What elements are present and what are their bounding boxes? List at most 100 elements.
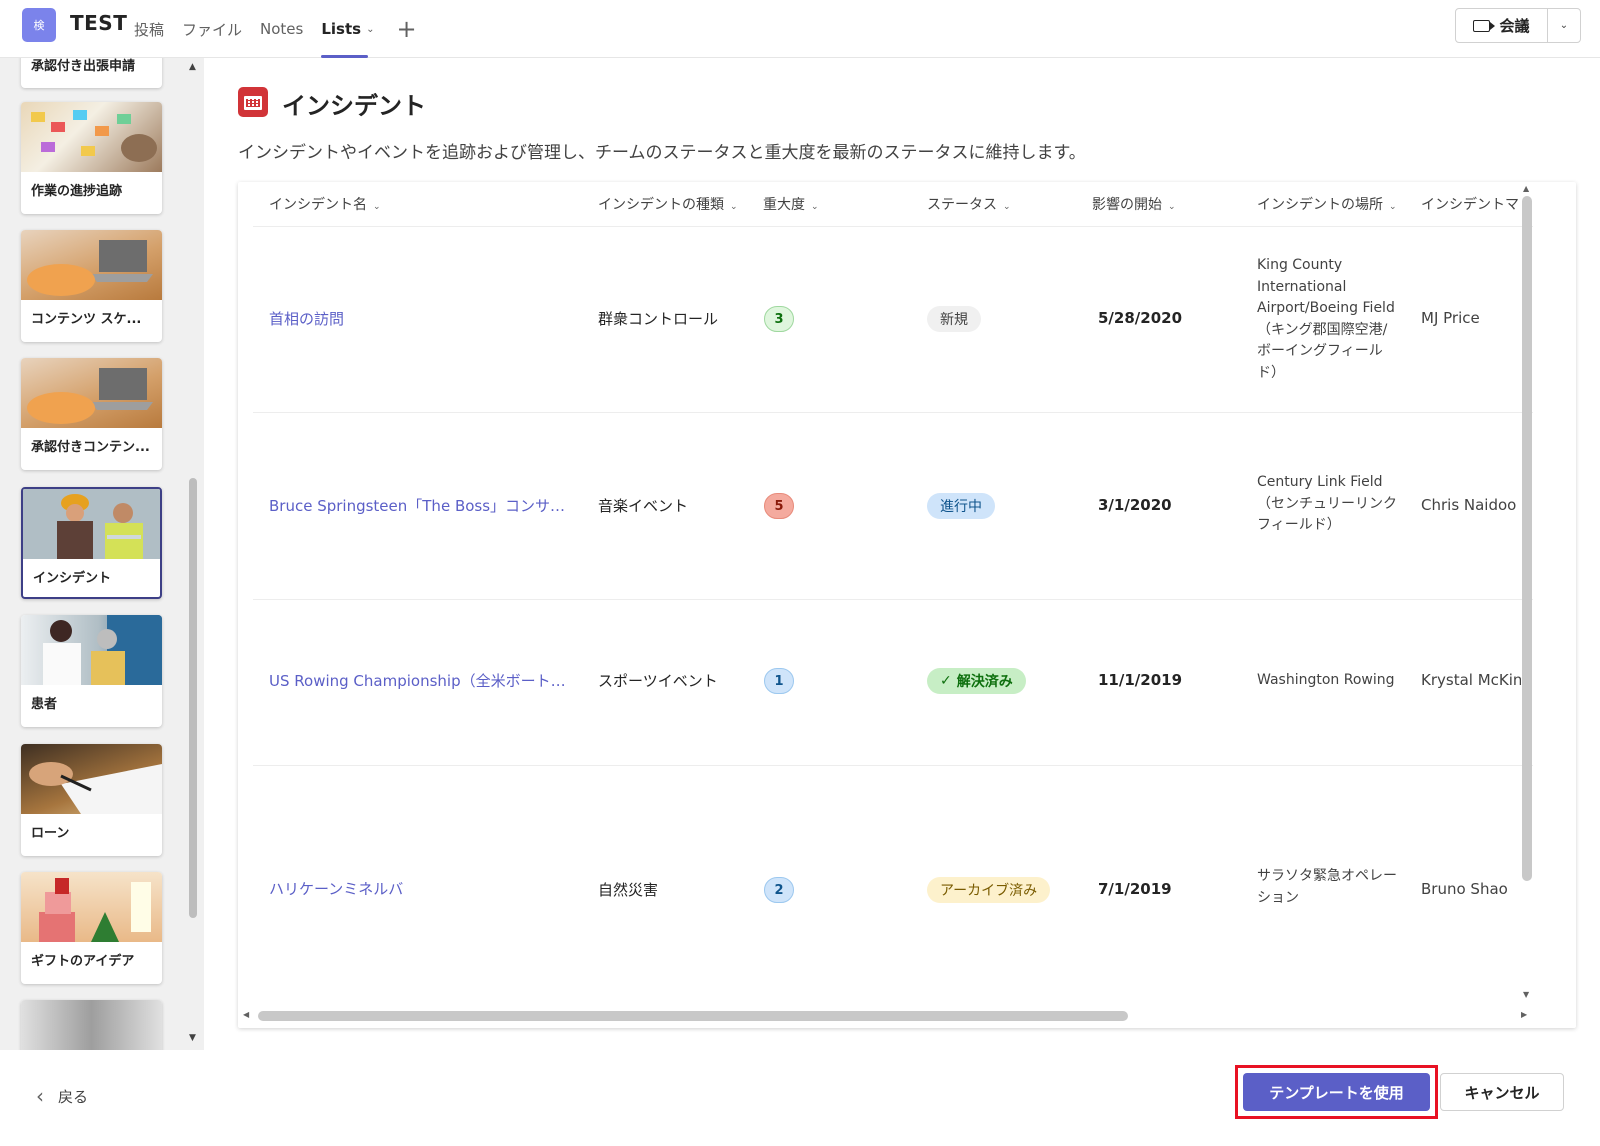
chevron-down-icon: ⌄: [730, 202, 738, 212]
sticky-notes-image: [31, 110, 157, 162]
signing-document-image: [29, 762, 162, 814]
column-header-label: 重大度: [763, 197, 805, 213]
team-avatar[interactable]: 検: [22, 8, 56, 42]
template-card-content-schedule[interactable]: コンテンツ スケ...: [21, 230, 162, 342]
template-thumbnail: [21, 615, 162, 685]
scroll-down-icon[interactable]: ▼: [1523, 990, 1529, 999]
back-label: 戻る: [58, 1087, 89, 1106]
doctor-patient-image: [43, 615, 162, 685]
tab-files[interactable]: ファイル: [182, 0, 242, 58]
back-button[interactable]: ‹ 戻る: [36, 1084, 88, 1108]
meet-button[interactable]: 会議: [1456, 9, 1548, 42]
incident-name-link[interactable]: US Rowing Championship（全米ボート選...: [269, 670, 569, 691]
column-header-location[interactable]: インシデントの場所 ⌄: [1257, 194, 1397, 214]
status-label: 解決済み: [956, 674, 1013, 690]
template-card-label: インシデント: [33, 571, 112, 586]
preview-horizontal-scrollbar[interactable]: ◀ ▶: [238, 1008, 1535, 1024]
column-header-label: インシデントの場所: [1257, 197, 1383, 213]
column-header-start[interactable]: 影響の開始 ⌄: [1092, 194, 1176, 214]
template-preview-panel: インシデント インシデントやイベントを追跡および管理し、チームのステータスと重大…: [204, 58, 1600, 1050]
impact-start-date: 7/1/2019: [1098, 880, 1172, 898]
scroll-up-icon[interactable]: ▲: [189, 62, 196, 72]
status-badge: ✓ 解決済み: [927, 668, 1026, 694]
incident-location: King County International Airport/Boeing…: [1257, 257, 1395, 381]
impact-start-date: 3/1/2020: [1098, 496, 1172, 514]
cancel-button[interactable]: キャンセル: [1440, 1073, 1564, 1111]
template-thumbnail: [23, 489, 160, 559]
team-name[interactable]: TEST: [70, 11, 127, 35]
tab-label: Lists: [321, 20, 362, 38]
sidebar-scroll-thumb[interactable]: [189, 478, 197, 918]
template-card-label: コンテンツ スケ...: [31, 312, 142, 327]
sidebar-scrollbar[interactable]: ▲ ▼: [186, 58, 200, 1050]
calendar-list-icon: [238, 87, 268, 117]
template-card-label: 承認付き出張申請: [31, 59, 136, 74]
scroll-right-icon[interactable]: ▶: [1521, 1010, 1527, 1019]
column-header-type[interactable]: インシデントの種類 ⌄: [598, 194, 738, 214]
laptop-image: [27, 368, 153, 424]
checkmark-icon: ✓: [940, 673, 952, 689]
scroll-down-icon[interactable]: ▼: [189, 1033, 196, 1043]
severity-badge: 1: [764, 668, 794, 694]
tab-label: 投稿: [134, 20, 165, 39]
template-card-label: ギフトのアイデア: [31, 954, 135, 969]
template-card-incident[interactable]: インシデント: [21, 487, 162, 599]
template-thumbnail: [21, 102, 162, 172]
incident-name-link[interactable]: ハリケーンミネルバ: [269, 878, 569, 899]
template-card-label: 患者: [31, 697, 58, 712]
incident-name-link[interactable]: 首相の訪問: [269, 308, 569, 329]
preview-vertical-scrollbar[interactable]: ▲ ▼: [1519, 182, 1535, 1008]
firefighters-image: [23, 489, 160, 559]
list-title: インシデント: [282, 92, 426, 120]
incident-manager: Bruno Shao: [1421, 880, 1508, 898]
chevron-down-icon: ⌄: [1003, 202, 1011, 212]
chevron-down-icon: ⌄: [1389, 202, 1397, 212]
top-bar: 検 TEST 投稿 ファイル Notes Lists ⌄ + 会議 ⌄: [0, 0, 1600, 58]
meet-dropdown-chevron-icon[interactable]: ⌄: [1548, 9, 1580, 42]
template-card-content-approval[interactable]: 承認付きコンテン...: [21, 358, 162, 470]
severity-badge: 3: [764, 306, 794, 332]
template-card-gift-ideas[interactable]: ギフトのアイデア: [21, 872, 162, 984]
chevron-down-icon: ⌄: [366, 23, 375, 35]
list-description: インシデントやイベントを追跡および管理し、チームのステータスと重大度を最新のステ…: [238, 143, 1086, 163]
row-divider: [253, 765, 1533, 766]
chevron-down-icon: ⌄: [811, 202, 819, 212]
incident-type: 自然災害: [598, 881, 659, 899]
tab-notes[interactable]: Notes: [260, 0, 303, 58]
tab-posts[interactable]: 投稿: [134, 0, 164, 58]
template-thumbnail: [21, 1000, 162, 1050]
incident-manager: Krystal McKinr: [1421, 671, 1521, 689]
template-card-patients[interactable]: 患者: [21, 615, 162, 727]
incident-location: サラソタ緊急オペレーション: [1257, 868, 1397, 906]
template-card-next[interactable]: [21, 1000, 162, 1050]
meet-label: 会議: [1499, 17, 1530, 35]
template-card-label: 承認付きコンテン...: [31, 440, 150, 455]
incident-name-link[interactable]: Bruce Springsteen「The Boss」コンサート: [269, 495, 569, 516]
incident-type: スポーツイベント: [598, 672, 718, 690]
scroll-left-icon[interactable]: ◀: [243, 1010, 249, 1019]
horizontal-scroll-thumb[interactable]: [258, 1011, 1128, 1021]
column-header-name[interactable]: インシデント名 ⌄: [269, 194, 381, 214]
chevron-left-icon: ‹: [36, 1084, 44, 1108]
template-card-label: 作業の進捗追跡: [31, 184, 123, 199]
column-header-severity[interactable]: 重大度 ⌄: [763, 194, 819, 214]
scroll-up-icon[interactable]: ▲: [1523, 184, 1529, 193]
vertical-scroll-thumb[interactable]: [1522, 196, 1532, 881]
row-divider: [253, 599, 1533, 600]
plus-icon[interactable]: +: [396, 17, 416, 41]
column-header-status[interactable]: ステータス ⌄: [927, 194, 1011, 214]
severity-badge: 2: [764, 877, 794, 903]
column-header-label: ステータス: [927, 197, 997, 213]
incident-location: Century Link Field（センチュリーリンクフィールド）: [1257, 474, 1397, 533]
impact-start-date: 5/28/2020: [1098, 309, 1183, 327]
use-template-button[interactable]: テンプレートを使用: [1243, 1073, 1430, 1111]
tab-label: Notes: [260, 20, 304, 38]
row-divider: [253, 226, 1533, 227]
tab-lists[interactable]: Lists ⌄: [321, 0, 374, 58]
template-card-travel[interactable]: 承認付き出張申請: [21, 58, 162, 88]
template-card-work-progress[interactable]: 作業の進捗追跡: [21, 102, 162, 214]
column-header-manager[interactable]: インシデントマ: [1421, 194, 1519, 214]
incident-manager: Chris Naidoo: [1421, 496, 1517, 514]
template-thumbnail: [21, 230, 162, 300]
template-card-loans[interactable]: ローン: [21, 744, 162, 856]
